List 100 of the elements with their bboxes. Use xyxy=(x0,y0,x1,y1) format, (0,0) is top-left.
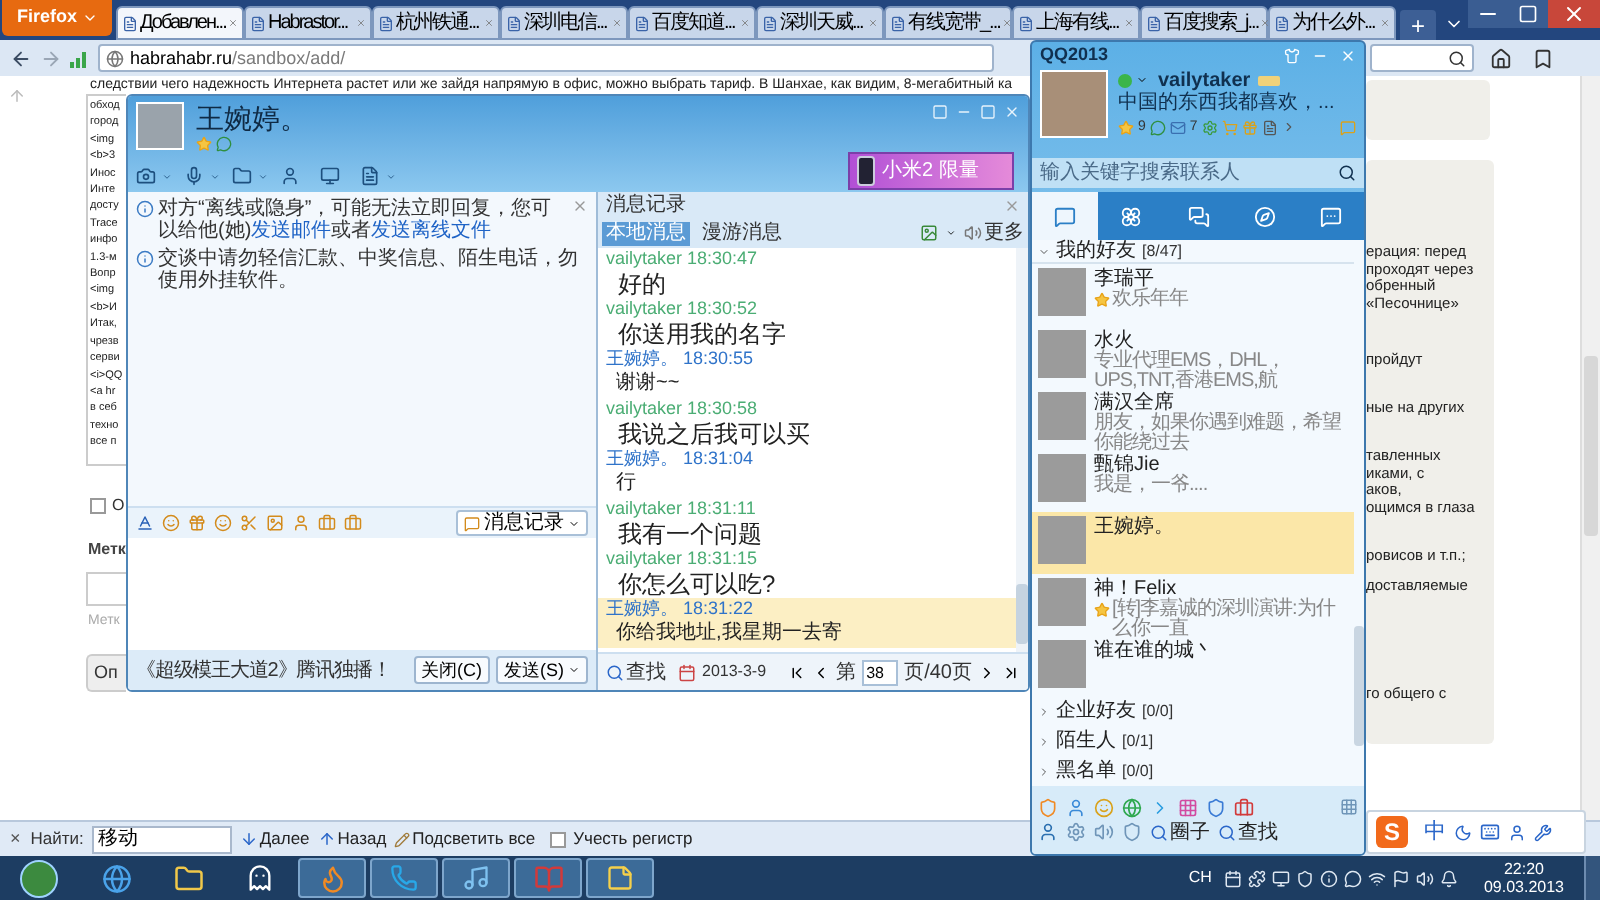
tray-icon[interactable] xyxy=(1367,869,1386,887)
history-tab[interactable]: 漫游消息 xyxy=(698,221,786,245)
face-icon[interactable] xyxy=(1094,797,1114,818)
more-icon[interactable] xyxy=(1281,120,1296,135)
caret-icon[interactable] xyxy=(386,171,396,181)
scrollbar-thumb[interactable] xyxy=(1016,584,1028,644)
start-button[interactable] xyxy=(20,859,58,897)
star-icon[interactable] xyxy=(1118,119,1134,136)
contact-search-field[interactable]: 输入关键字搜索联系人 xyxy=(1032,157,1364,189)
gift-icon[interactable] xyxy=(188,514,206,532)
input-mode[interactable]: 中 xyxy=(1424,820,1446,844)
moon-icon[interactable] xyxy=(1454,823,1472,841)
url-field-end[interactable] xyxy=(1370,44,1474,72)
close-icon[interactable] xyxy=(1340,47,1356,64)
url-field[interactable]: habrahabr.ru/sandbox/add/ xyxy=(98,44,994,72)
bag-icon[interactable] xyxy=(1234,797,1254,818)
contact-item[interactable]: 甄锦Jie 我是，一爷.... xyxy=(1032,450,1354,512)
footer-ad-text[interactable]: 《超级模王大道2》腾讯独播！ xyxy=(136,655,391,685)
contact-group[interactable]: 我的好友 [8/47] xyxy=(1032,240,1354,265)
scrollbar[interactable] xyxy=(1580,76,1600,820)
close-button[interactable]: 关闭(C) xyxy=(413,656,490,684)
bookmark-icon[interactable] xyxy=(1532,47,1554,69)
notice-link[interactable]: 发送离线文件 xyxy=(371,220,492,242)
tray-icon[interactable] xyxy=(1415,869,1434,887)
first-page-icon[interactable] xyxy=(788,663,807,681)
font-icon[interactable] xyxy=(136,514,154,532)
mail-icon[interactable] xyxy=(1169,119,1186,136)
browser-tab[interactable]: 上海有线... xyxy=(1012,6,1140,40)
scrollbar-thumb[interactable] xyxy=(1584,356,1598,536)
page-field[interactable]: 38 xyxy=(862,659,899,685)
forward-icon[interactable] xyxy=(40,47,62,69)
caret-icon[interactable] xyxy=(162,171,172,181)
close-icon[interactable] xyxy=(1004,197,1020,213)
face-icon[interactable] xyxy=(214,514,232,532)
find-button[interactable]: 查找 xyxy=(1218,821,1278,844)
checkbox[interactable] xyxy=(90,497,106,513)
minimize-icon[interactable] xyxy=(1468,0,1508,28)
circle-button[interactable]: 圈子 xyxy=(1150,821,1210,844)
globe-icon[interactable] xyxy=(1122,797,1142,818)
browser-tab[interactable]: Habrastor... xyxy=(244,6,372,40)
close-icon[interactable] xyxy=(572,198,588,214)
scrollbar-thumb[interactable] xyxy=(1354,626,1364,747)
grid-icon[interactable] xyxy=(1178,797,1198,818)
close-find-button[interactable]: × xyxy=(8,825,23,853)
wrench-icon[interactable] xyxy=(1534,823,1552,841)
next-page-icon[interactable] xyxy=(978,663,996,681)
picture-icon[interactable] xyxy=(266,514,284,532)
last-page-icon[interactable] xyxy=(1002,663,1020,681)
tray-icon[interactable] xyxy=(1271,869,1290,887)
tray-icon[interactable] xyxy=(1391,869,1410,887)
tray-icon[interactable] xyxy=(1223,869,1242,887)
home-icon[interactable] xyxy=(1490,47,1512,69)
shield-icon[interactable] xyxy=(1038,797,1058,818)
show-desktop-button[interactable] xyxy=(1584,856,1600,900)
chat-icon[interactable] xyxy=(1149,119,1166,136)
panel-tab[interactable] xyxy=(1032,192,1099,241)
window-mode-icon[interactable] xyxy=(932,104,948,120)
emoji-icon[interactable] xyxy=(162,514,180,532)
send-button[interactable]: 发送(S) xyxy=(496,656,588,684)
next-button[interactable]: Далее xyxy=(239,826,310,852)
caret-icon[interactable] xyxy=(1136,74,1148,87)
search-icon[interactable] xyxy=(1448,49,1466,67)
close-icon[interactable] xyxy=(1548,0,1600,28)
contact-group[interactable]: 陌生人 [0/1] xyxy=(1032,726,1354,757)
scissors-icon[interactable] xyxy=(240,514,258,532)
language-indicator[interactable]: CH xyxy=(1188,866,1212,890)
toolbox-icon[interactable] xyxy=(344,514,362,532)
shield-icon[interactable] xyxy=(1122,822,1142,843)
match-case-checkbox[interactable] xyxy=(549,831,566,847)
tray-icon[interactable] xyxy=(1343,869,1362,887)
settings-icon[interactable] xyxy=(1066,822,1086,843)
tray-icon[interactable] xyxy=(1439,869,1458,887)
more-button[interactable]: 更多 xyxy=(964,222,1024,244)
profile-photo-placeholder[interactable] xyxy=(1040,69,1108,138)
back-icon[interactable] xyxy=(10,47,32,69)
shirt-icon[interactable] xyxy=(1284,47,1300,64)
webcam-icon[interactable] xyxy=(136,166,156,186)
notice-link[interactable]: 发送邮件 xyxy=(251,220,332,242)
shield-icon[interactable] xyxy=(1206,797,1226,818)
contact-item[interactable]: 水火 专业代理EMS，DHL，UPS,TNT,香港EMS,航 xyxy=(1032,326,1354,389)
gear-icon[interactable] xyxy=(1201,119,1218,136)
person-icon[interactable] xyxy=(1508,823,1526,841)
tray-icon[interactable] xyxy=(1295,869,1314,887)
microphone-icon[interactable] xyxy=(184,166,204,186)
browser-tab[interactable]: Добавлен... xyxy=(116,6,244,40)
briefcase-icon[interactable] xyxy=(318,514,336,532)
contact-group[interactable]: 企业好友 [0/0] xyxy=(1032,697,1354,727)
message-input-field[interactable] xyxy=(128,538,596,650)
signature-text[interactable]: 中国的东西我都喜欢，... xyxy=(1118,91,1356,116)
picture-icon[interactable] xyxy=(920,224,938,242)
browser-tab[interactable]: 为什么外... xyxy=(1268,6,1396,40)
contact-item[interactable]: 谁在谁的城丶 xyxy=(1032,635,1354,697)
browser-tab[interactable]: 百度知道... xyxy=(628,6,756,40)
find-button[interactable]: 查找 xyxy=(606,661,666,683)
keyboard-icon[interactable] xyxy=(1480,822,1500,842)
caret-icon[interactable] xyxy=(258,171,268,181)
person-icon[interactable] xyxy=(280,166,300,186)
find-field[interactable]: 移动 xyxy=(91,825,232,853)
caret-icon[interactable] xyxy=(946,228,956,238)
clock[interactable]: 22:20 09.03.2013 xyxy=(1483,860,1564,896)
